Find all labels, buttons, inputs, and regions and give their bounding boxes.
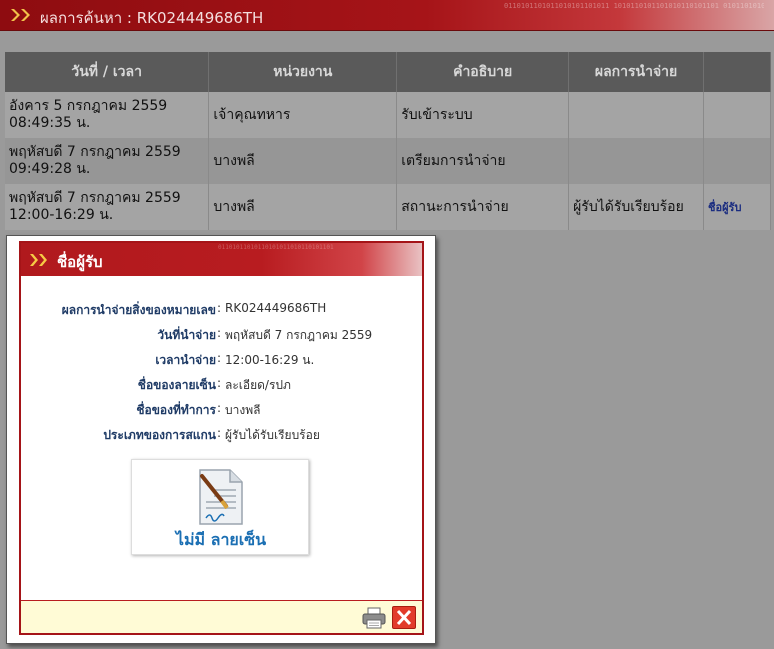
info-label: วันที่นำจ่าย <box>157 328 216 342</box>
cell-time: 12:00-16:29 น. <box>9 207 114 223</box>
double-chevron-icon <box>11 9 30 21</box>
colon: : <box>217 426 222 440</box>
info-value: ผู้รับได้รับเรียบร้อย <box>225 428 320 442</box>
popup-frame: ชื่อผู้รับ 01101011010110101011010110101… <box>19 241 424 635</box>
info-row: ผลการนำจ่ายสิ่งของหมายเลข : RK024449686T… <box>21 301 422 326</box>
cell-date: อังคาร 5 กรกฎาคม 2559 <box>9 98 168 114</box>
cell-link <box>703 92 771 138</box>
table-row: อังคาร 5 กรกฎาคม 2559 08:49:35 น. เจ้าคุณ… <box>5 92 771 138</box>
close-icon <box>396 609 412 626</box>
binary-decoration: 0110101101011010101101011 10101101011010… <box>504 2 764 10</box>
table-row: พฤหัสบดี 7 กรกฎาคม 2559 09:49:28 น. บางพล… <box>5 138 771 184</box>
cell-office: บางพลี <box>208 138 398 184</box>
colon: : <box>217 401 222 415</box>
table-row: พฤหัสบดี 7 กรกฎาคม 2559 12:00-16:29 น. บา… <box>5 184 771 230</box>
recipient-name-link[interactable]: ชื่อผู้รับ <box>708 201 741 214</box>
printer-icon[interactable] <box>362 607 386 629</box>
info-value: RK024449686TH <box>225 301 327 315</box>
info-row: เวลานำจ่าย : 12:00-16:29 น. <box>21 351 422 376</box>
column-header-result: ผลการนำจ่าย <box>568 52 705 92</box>
recipient-popup: ชื่อผู้รับ 01101011010110101011010110101… <box>6 235 436 644</box>
cell-date: พฤหัสบดี 7 กรกฎาคม 2559 <box>9 144 181 160</box>
info-row: ชื่อของลายเซ็น : ละเอียด/รปภ <box>21 376 422 401</box>
page-title: ผลการค้นหา : RK024449686TH <box>40 9 264 27</box>
info-row: ชื่อของที่ทำการ : บางพลี <box>21 401 422 426</box>
cell-description: สถานะการนำจ่าย <box>396 184 570 230</box>
signature-image: ไม่มี ลายเซ็น <box>131 459 309 555</box>
cell-datetime: พฤหัสบดี 7 กรกฎาคม 2559 12:00-16:29 น. <box>5 184 210 230</box>
no-signature-label: ไม่มี ลายเซ็น <box>175 530 267 549</box>
tracking-results-table: วันที่ / เวลา หน่วยงาน คำอธิบาย ผลการนำจ… <box>5 52 771 230</box>
popup-title: ชื่อผู้รับ <box>57 253 103 271</box>
column-header-office: หน่วยงาน <box>208 52 398 92</box>
document-signature-icon <box>199 469 243 525</box>
info-label: ผลการนำจ่ายสิ่งของหมายเลข <box>61 303 216 317</box>
column-header-description: คำอธิบาย <box>396 52 570 92</box>
cell-result <box>568 138 705 184</box>
popup-header: ชื่อผู้รับ 01101011010110101011010110101… <box>21 243 422 276</box>
cell-time: 08:49:35 น. <box>9 115 91 131</box>
info-value: บางพลี <box>225 403 261 417</box>
column-header-link <box>703 52 771 92</box>
cell-link: ชื่อผู้รับ <box>703 184 771 230</box>
cell-description: เตรียมการนำจ่าย <box>396 138 570 184</box>
binary-decoration: 01101011010110101011010110101101 <box>218 244 334 251</box>
colon: : <box>217 301 222 315</box>
info-label: ประเภทของการสแกน <box>103 428 216 442</box>
cell-office: เจ้าคุณทหาร <box>208 92 398 138</box>
info-label: ชื่อของที่ทำการ <box>136 403 216 417</box>
close-button[interactable] <box>392 606 416 629</box>
cell-office: บางพลี <box>208 184 398 230</box>
popup-footer <box>21 600 422 633</box>
cell-datetime: อังคาร 5 กรกฎาคม 2559 08:49:35 น. <box>5 92 210 138</box>
colon: : <box>217 351 222 365</box>
info-row: ประเภทของการสแกน : ผู้รับได้รับเรียบร้อย <box>21 426 422 451</box>
info-row: วันที่นำจ่าย : พฤหัสบดี 7 กรกฎาคม 2559 <box>21 326 422 351</box>
info-value: พฤหัสบดี 7 กรกฎาคม 2559 <box>225 328 373 342</box>
colon: : <box>217 376 222 390</box>
info-value: 12:00-16:29 น. <box>225 353 315 367</box>
cell-result <box>568 92 705 138</box>
cell-date: พฤหัสบดี 7 กรกฎาคม 2559 <box>9 190 181 206</box>
info-label: เวลานำจ่าย <box>155 353 216 367</box>
column-header-datetime: วันที่ / เวลา <box>5 52 210 92</box>
info-value: ละเอียด/รปภ <box>225 378 291 392</box>
cell-time: 09:49:28 น. <box>9 161 91 177</box>
info-label: ชื่อของลายเซ็น <box>137 378 216 392</box>
cell-link <box>703 138 771 184</box>
cell-result: ผู้รับได้รับเรียบร้อย <box>568 184 705 230</box>
colon: : <box>217 326 222 340</box>
page-header: ผลการค้นหา : RK024449686TH 0110101101011… <box>0 0 774 31</box>
cell-datetime: พฤหัสบดี 7 กรกฎาคม 2559 09:49:28 น. <box>5 138 210 184</box>
double-chevron-icon <box>30 254 47 266</box>
delivery-info: ผลการนำจ่ายสิ่งของหมายเลข : RK024449686T… <box>21 301 422 451</box>
cell-description: รับเข้าระบบ <box>396 92 570 138</box>
